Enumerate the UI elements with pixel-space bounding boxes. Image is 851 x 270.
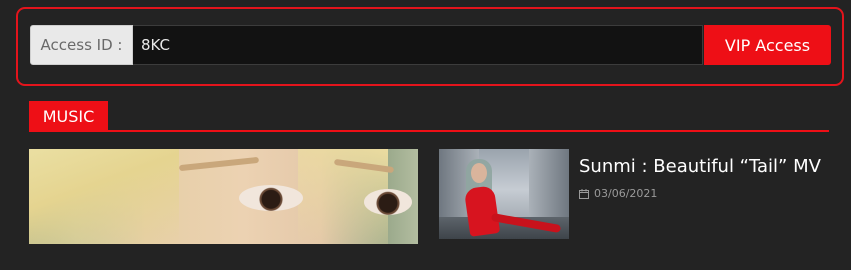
calendar-icon [579, 188, 589, 199]
post-date: 03/06/2021 [594, 187, 658, 200]
featured-post-image[interactable] [29, 149, 418, 244]
access-id-input[interactable] [133, 25, 703, 65]
post-title-link[interactable]: Sunmi : Beautiful “Tail” MV [579, 156, 821, 177]
section-divider [29, 130, 829, 132]
section-title-music[interactable]: MUSIC [29, 101, 108, 132]
post-thumbnail[interactable] [439, 149, 569, 239]
vip-access-button[interactable]: VIP Access [704, 25, 831, 65]
access-panel: Access ID : VIP Access [16, 7, 844, 86]
access-id-label: Access ID : [30, 25, 133, 65]
access-form: Access ID : VIP Access [30, 25, 831, 65]
post-meta: 03/06/2021 [579, 187, 657, 200]
